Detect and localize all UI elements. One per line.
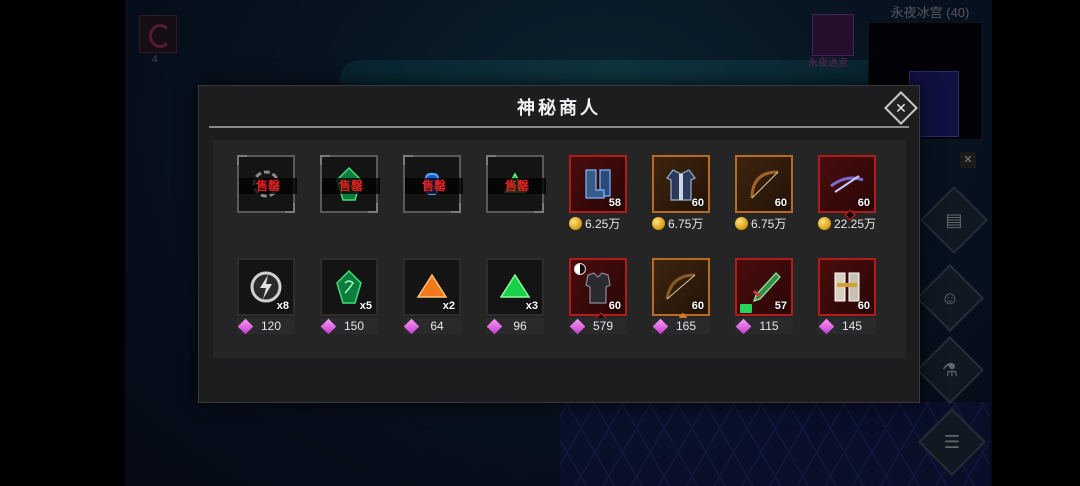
book-icon bbox=[740, 304, 752, 313]
item-quantity: x8 bbox=[276, 300, 289, 312]
item-slot: x8 bbox=[237, 258, 295, 316]
shop-grid: 售罄 售罄 售罄 售罄 58 6.25万 60 6.75万 60 6.75万 6… bbox=[213, 140, 906, 358]
sold-out-label: 售罄 bbox=[488, 178, 546, 194]
item-quantity: x5 bbox=[359, 300, 372, 312]
gold-coin-icon bbox=[652, 216, 665, 230]
gold-price: 6.25万 bbox=[569, 215, 631, 231]
sold-out-label: 售罄 bbox=[405, 178, 463, 194]
yin-yang-icon bbox=[574, 263, 586, 275]
shop-item-jade-rune[interactable]: 售罄 bbox=[320, 155, 382, 241]
item-slot: 售罄 bbox=[403, 155, 463, 213]
gem-price: 579 bbox=[569, 318, 627, 334]
title-divider bbox=[209, 126, 909, 128]
item-slot: 60 bbox=[569, 258, 627, 324]
item-slot: x5 bbox=[320, 258, 378, 316]
sold-out-label: 售罄 bbox=[322, 178, 380, 194]
item-level: 60 bbox=[608, 300, 621, 312]
shop-item-mystic-ring[interactable]: 售罄 bbox=[237, 155, 299, 241]
gem-price: 96 bbox=[486, 318, 544, 334]
shop-item-recurve-bow[interactable]: 60 165 bbox=[652, 258, 714, 344]
shop-item-jade-rune[interactable]: x5 150 bbox=[320, 258, 382, 344]
item-level: 60 bbox=[857, 197, 870, 209]
item-slot: x2 bbox=[403, 258, 461, 316]
gold-coin-icon bbox=[818, 216, 831, 230]
gold-coin-icon bbox=[569, 216, 582, 230]
close-icon: ✕ bbox=[895, 100, 907, 116]
shop-item-orange-crystal[interactable]: x2 64 bbox=[403, 258, 465, 344]
shop-item-green-crystal[interactable]: x3 96 bbox=[486, 258, 548, 344]
item-slot: 60 bbox=[735, 155, 793, 213]
item-quantity: x3 bbox=[525, 300, 538, 312]
gem-price: 64 bbox=[403, 318, 461, 334]
shop-item-longbow[interactable]: 60 6.75万 bbox=[735, 155, 797, 241]
item-level: 60 bbox=[857, 300, 870, 312]
item-level: 60 bbox=[691, 300, 704, 312]
gem-price: 150 bbox=[320, 318, 378, 334]
gem-price: 145 bbox=[818, 318, 876, 334]
item-quantity: x2 bbox=[442, 300, 455, 312]
gem-price: 115 bbox=[735, 318, 793, 334]
sold-out-label: 售罄 bbox=[239, 178, 297, 194]
item-slot: 售罄 bbox=[486, 155, 546, 213]
item-slot: x3 bbox=[486, 258, 544, 316]
shop-item-bone-greaves[interactable]: 60 145 bbox=[818, 258, 880, 344]
item-slot: 售罄 bbox=[237, 155, 297, 213]
item-level: 57 bbox=[774, 300, 787, 312]
item-level: 58 bbox=[608, 197, 621, 209]
item-slot: 60 bbox=[652, 155, 710, 213]
gold-price: 22.25万 bbox=[818, 215, 880, 231]
item-level: 60 bbox=[774, 197, 787, 209]
dialog-title: 神秘商人 bbox=[517, 98, 601, 118]
item-slot: 58 bbox=[569, 155, 627, 213]
gold-price: 6.75万 bbox=[735, 215, 797, 231]
item-slot: 60 bbox=[652, 258, 710, 322]
shop-item-cloth-robe[interactable]: 60 6.75万 bbox=[652, 155, 714, 241]
item-slot: 60 bbox=[818, 258, 876, 316]
item-slot: 57 bbox=[735, 258, 793, 316]
gem-price: 120 bbox=[237, 318, 295, 334]
item-level: 60 bbox=[691, 197, 704, 209]
mystery-merchant-dialog: 神秘商人 ✕ 售罄 售罄 售罄 售罄 58 6.25万 60 6.75万 60 … bbox=[198, 85, 920, 403]
shop-item-blue-gem[interactable]: 售罄 bbox=[403, 155, 465, 241]
shop-item-lightning-rune[interactable]: x8 120 bbox=[237, 258, 299, 344]
shop-item-frost-boots[interactable]: 58 6.25万 bbox=[569, 155, 631, 241]
gold-price: 6.75万 bbox=[652, 215, 714, 231]
shop-item-crossbow[interactable]: 60 22.25万 bbox=[818, 155, 880, 241]
item-slot: 售罄 bbox=[320, 155, 380, 213]
shop-item-serpent-blade[interactable]: 57 115 bbox=[735, 258, 797, 344]
gem-price: 165 bbox=[652, 318, 710, 334]
shop-item-green-gem[interactable]: 售罄 bbox=[486, 155, 548, 241]
item-slot: 60 bbox=[818, 155, 876, 221]
gold-coin-icon bbox=[735, 216, 748, 230]
shop-item-dark-armor[interactable]: 60 579 bbox=[569, 258, 631, 344]
